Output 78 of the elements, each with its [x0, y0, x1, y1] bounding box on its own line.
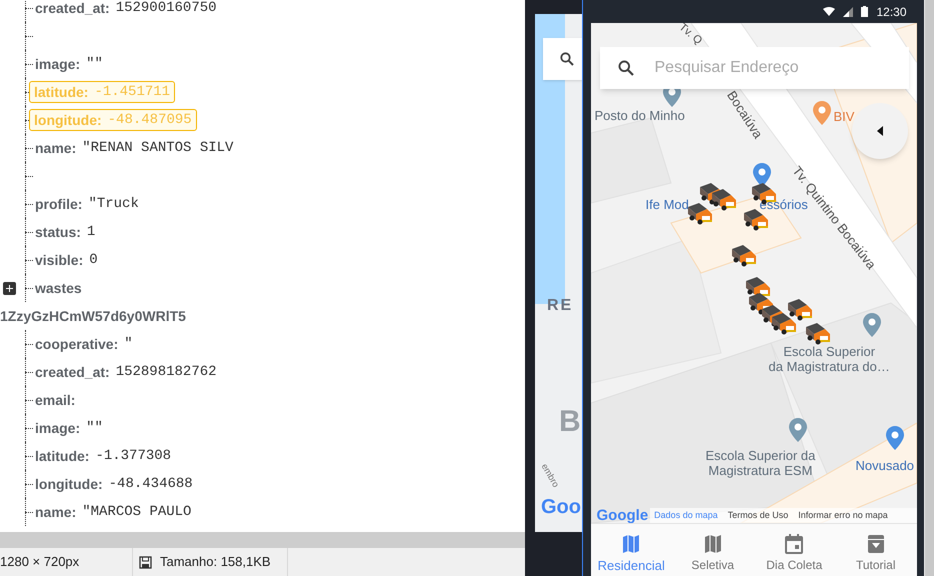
field-key: status: — [35, 222, 81, 242]
attribution-link[interactable]: Termos de Uso — [728, 508, 788, 522]
file-size: Tamanho: 158,1KB — [160, 553, 271, 572]
field-value: 152900160750 — [116, 0, 217, 18]
field-value: -48.434688 — [108, 474, 193, 494]
plus-icon — [6, 285, 13, 292]
truck-icon — [710, 189, 736, 211]
vertical-scrollbar[interactable] — [924, 0, 934, 576]
map-pin-icon — [752, 163, 770, 187]
map-label: B — [559, 404, 581, 440]
tree-node-key[interactable]: 1ZzyGzHCmW57d6y0WRlT5 — [0, 306, 186, 326]
field-value: "" — [86, 54, 103, 74]
field-key: longitude: — [34, 110, 102, 130]
calendar-icon — [784, 534, 804, 554]
field-key: cooperative: — [35, 334, 118, 354]
signal-icon — [843, 6, 854, 16]
battery-icon — [861, 6, 868, 17]
map-icon — [621, 534, 642, 554]
archive-icon — [866, 534, 886, 554]
field-key: latitude: — [34, 82, 88, 102]
field-value: "RENAN SANTOS SILV — [82, 138, 234, 158]
field-key: name: — [35, 138, 76, 158]
nav-tab[interactable]: Residencial — [590, 524, 672, 576]
caret-left-icon — [876, 126, 882, 136]
place-label: Ife Mod — [646, 196, 689, 214]
google-logo: Google — [596, 507, 648, 523]
field-key: visible: — [35, 250, 84, 270]
place-label: Posto do Minho — [594, 107, 685, 125]
truck-icon — [686, 203, 712, 225]
place-label: Escola Superior da Magistratura ESM — [706, 448, 816, 478]
field-value: " — [124, 334, 133, 354]
search-icon — [560, 52, 574, 66]
field-value: -1.377308 — [95, 446, 172, 466]
field-value: -48.487095 — [108, 110, 192, 130]
place-label: BIV — [834, 108, 854, 126]
map-pin-icon — [886, 426, 904, 450]
field-value: "MARCOS PAULO — [82, 502, 192, 522]
map-pin-icon — [862, 313, 880, 337]
field-key: image: — [35, 418, 80, 438]
field-value: "" — [86, 418, 103, 438]
truck-icon — [804, 323, 830, 345]
field-value: 0 — [89, 250, 98, 270]
truck-icon — [742, 209, 768, 231]
nav-tab[interactable]: Seletiva — [672, 524, 754, 576]
map-icon — [702, 534, 723, 554]
field-key: name: — [35, 502, 76, 522]
field-value: "Truck — [88, 194, 139, 214]
wifi-icon — [823, 6, 836, 16]
map-pin-icon — [812, 101, 830, 125]
place-label: Novusado — [856, 457, 914, 475]
place-label: essórios — [760, 197, 808, 212]
horizontal-scrollbar[interactable] — [0, 532, 525, 548]
map-label: Goo — [541, 495, 581, 520]
field-key: profile: — [35, 194, 82, 214]
field-value: -1.451711 — [94, 82, 170, 102]
field-key: created_at: — [35, 362, 110, 382]
search-icon — [618, 60, 634, 76]
field-value: 1 — [86, 222, 96, 242]
field-key: image: — [35, 54, 80, 74]
truck-icon — [786, 299, 812, 321]
truck-icon — [770, 313, 796, 335]
field-value: 152898182762 — [116, 362, 217, 382]
place-label: Escola Superior da Magistratura do… — [768, 344, 890, 374]
expand-button[interactable] — [3, 282, 16, 295]
field-key: created_at: — [35, 0, 110, 18]
map-pin-icon — [788, 418, 806, 442]
image-dimensions: 1280 × 720px — [0, 553, 80, 572]
field-key: email: — [35, 390, 76, 410]
field-key: latitude: — [35, 446, 90, 466]
attribution-link[interactable]: Informar erro no mapa — [798, 508, 888, 522]
map-data-link[interactable]: Dados do mapa — [654, 508, 718, 522]
truck-icon — [730, 245, 756, 267]
tree-node-key[interactable]: wastes — [35, 278, 82, 298]
field-key: longitude: — [35, 474, 103, 494]
map-label: RE — [547, 296, 574, 316]
clock-time: 12:30 — [876, 4, 906, 20]
nav-tab[interactable]: Tutorial — [835, 524, 916, 576]
nav-tab[interactable]: Dia Coleta — [754, 524, 835, 576]
